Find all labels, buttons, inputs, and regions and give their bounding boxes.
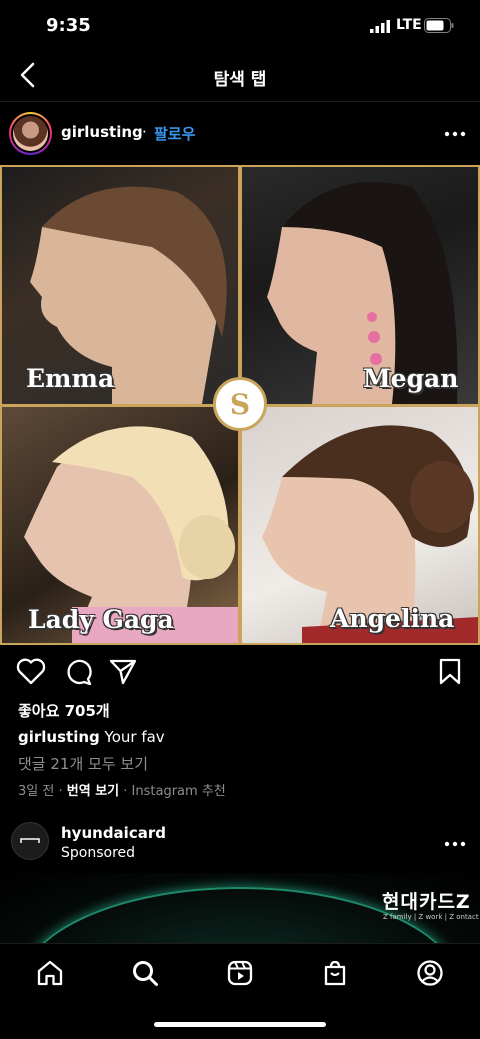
sponsored-label: Sponsored — [61, 845, 136, 861]
shop-icon[interactable] — [321, 959, 349, 987]
battery-icon — [424, 18, 454, 33]
caption: girlusting Your fav — [18, 728, 165, 746]
photo-tile-emma: Emma — [2, 167, 238, 404]
profile-icon[interactable] — [416, 959, 444, 987]
more-options-icon[interactable] — [441, 124, 469, 144]
ad-tagline: Z family | Z work | Z ontact — [383, 913, 479, 921]
sponsored-post-header: hyundaicard Sponsored — [0, 818, 480, 870]
sponsor-username[interactable]: hyundaicard — [61, 824, 166, 842]
caption-username[interactable]: girlusting — [18, 728, 100, 746]
post-image[interactable]: Emma Megan Lady Gaga Angelina S — [0, 165, 480, 645]
home-indicator — [154, 1022, 326, 1027]
name-label: Angelina — [330, 604, 455, 633]
bookmark-icon[interactable] — [437, 657, 463, 687]
post-header: girlusting · 팔로우 — [0, 108, 480, 160]
sponsor-avatar[interactable] — [11, 822, 49, 860]
meta-separator: · — [123, 784, 128, 799]
meta-separator: · — [58, 784, 63, 799]
clock: 9:35 — [46, 15, 91, 36]
translate-link[interactable]: 번역 보기 — [67, 784, 119, 799]
ad-brand: 현대카드Z — [382, 891, 471, 913]
name-label: Lady Gaga — [28, 605, 174, 634]
caption-text: Your fav — [104, 728, 165, 746]
follow-button[interactable]: 팔로우 — [154, 123, 195, 144]
home-icon[interactable] — [36, 959, 64, 987]
page-title: 탐색 탭 — [213, 70, 267, 90]
post-time: 3일 전 — [18, 784, 55, 799]
watermark-logo: S — [213, 377, 267, 431]
view-comments-link[interactable]: 댓글 21개 모두 보기 — [18, 753, 148, 774]
name-label: Emma — [26, 364, 115, 393]
recommendation-label: Instagram 추천 — [131, 784, 226, 799]
more-options-icon[interactable] — [441, 834, 469, 854]
status-bar: 9:35 LTE — [0, 0, 480, 52]
heart-icon[interactable] — [16, 657, 46, 685]
photo-tile-megan: Megan — [242, 167, 478, 404]
share-icon[interactable] — [108, 657, 138, 687]
post-actions — [0, 652, 480, 692]
search-icon[interactable] — [131, 959, 159, 987]
post-meta: 3일 전 · 번역 보기 · Instagram 추천 — [18, 780, 226, 799]
svg-text:S: S — [230, 388, 250, 421]
name-label: Megan — [363, 364, 459, 393]
comment-icon[interactable] — [63, 657, 93, 687]
ad-image[interactable]: 현대카드Z Z family | Z work | Z ontact — [0, 873, 480, 943]
photo-tile-lady-gaga: Lady Gaga — [2, 407, 238, 643]
nav-header: 탐색 탭 — [0, 52, 480, 102]
separator-dot: · — [142, 123, 147, 141]
photo-tile-angelina: Angelina — [242, 407, 478, 643]
reels-icon[interactable] — [226, 959, 254, 987]
avatar-image — [13, 116, 48, 151]
avatar[interactable] — [9, 112, 52, 155]
network-label: LTE — [396, 17, 422, 33]
signal-icon — [370, 20, 390, 33]
like-count[interactable]: 좋아요 705개 — [18, 700, 110, 721]
post-username[interactable]: girlusting — [61, 123, 143, 141]
